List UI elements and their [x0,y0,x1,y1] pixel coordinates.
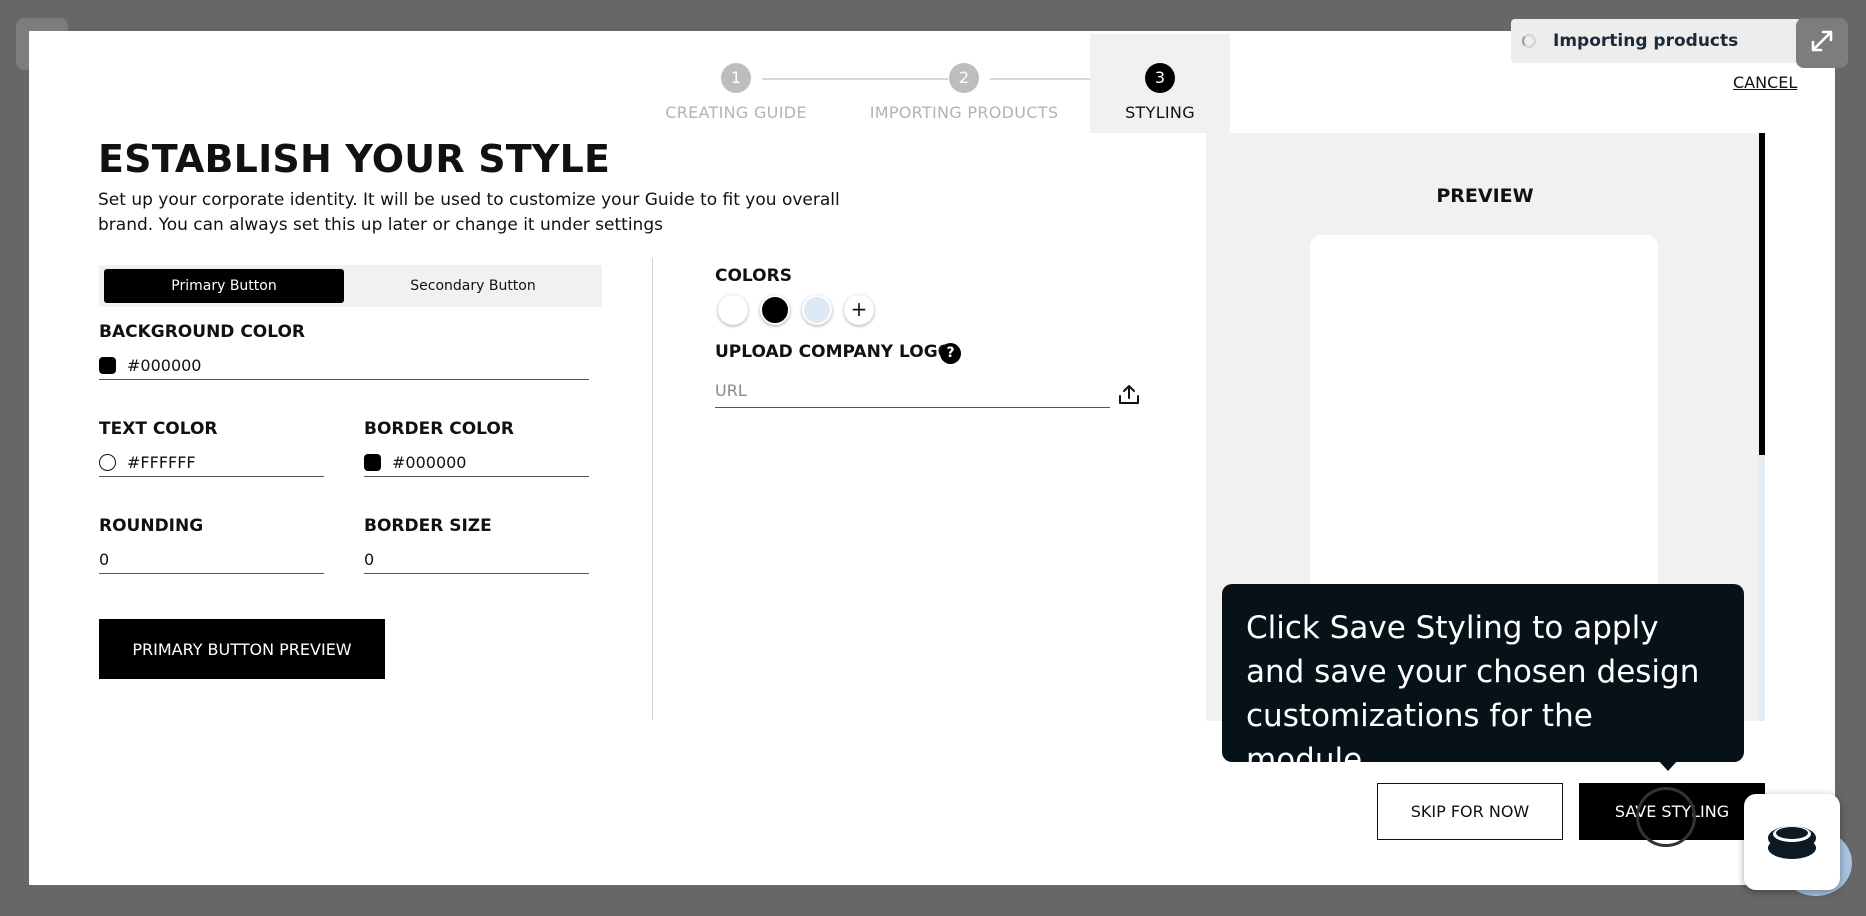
border-size-label: BORDER SIZE [364,516,492,536]
help-icon-glyph: ? [946,345,955,361]
url-placeholder: URL [715,380,747,400]
color-swatch-white[interactable] [718,295,748,325]
step-label: STYLING [1125,103,1195,122]
help-icon[interactable]: ? [940,343,961,364]
background-color-value: #000000 [127,355,202,375]
guide-tooltip: Click Save Styling to apply and save you… [1222,584,1744,778]
border-size-value: 0 [364,549,375,569]
background-color-label: BACKGROUND COLOR [99,322,306,342]
rounding-value: 0 [99,549,110,569]
click-target-ring [1636,787,1696,847]
step-styling[interactable]: 3 STYLING [1100,63,1220,122]
page-description: Set up your corporate identity. It will … [98,190,840,235]
step-number: 1 [721,63,751,93]
logo-url-input[interactable]: URL [715,373,1110,408]
chat-icon [1765,818,1819,866]
color-swatch-black[interactable] [760,295,790,325]
text-color-label: TEXT COLOR [99,419,218,439]
page-title: ESTABLISH YOUR STYLE [98,137,611,181]
column-divider [652,258,653,720]
secondary-button-tab[interactable]: Secondary Button [349,269,597,303]
tooltip-arrow [1657,759,1679,771]
button-type-toggle: Primary Button Secondary Button [99,265,602,307]
step-label: IMPORTING PRODUCTS [869,103,1059,122]
border-size-input[interactable]: 0 [364,545,589,574]
chat-widget-button[interactable] [1744,794,1840,890]
upload-icon[interactable] [1117,383,1141,411]
step-label: CREATING GUIDE [665,103,807,122]
color-swatch[interactable] [99,453,116,471]
import-toast: Importing products [1511,19,1801,63]
plus-icon: + [850,297,868,321]
primary-button-tab[interactable]: Primary Button [104,269,344,303]
add-color-button[interactable]: + [844,295,874,325]
rounding-input[interactable]: 0 [99,545,324,574]
expand-button[interactable] [1796,18,1848,68]
expand-icon [1809,28,1835,58]
spinner-icon [1522,34,1536,48]
preview-title: PREVIEW [1436,185,1534,207]
text-color-field[interactable]: #FFFFFF [99,448,324,477]
step-number: 2 [949,63,979,93]
background-color-field[interactable]: #000000 [99,351,589,380]
border-color-value: #000000 [392,452,467,472]
rounding-label: ROUNDING [99,516,204,536]
step-creating-guide[interactable]: 1 CREATING GUIDE [636,63,836,122]
colors-label: COLORS [715,266,792,286]
border-color-label: BORDER COLOR [364,419,514,439]
cancel-link[interactable]: CANCEL [1733,73,1797,92]
preview-scrollbar-thumb[interactable] [1759,133,1765,455]
skip-for-now-button[interactable]: SKIP FOR NOW [1377,783,1563,840]
color-swatch-light-blue[interactable] [802,295,832,325]
toast-text: Importing products [1553,31,1739,51]
border-color-field[interactable]: #000000 [364,448,589,477]
color-swatch[interactable] [99,356,116,374]
text-color-value: #FFFFFF [127,452,196,472]
step-importing-products[interactable]: 2 IMPORTING PRODUCTS [854,63,1074,122]
color-swatch[interactable] [364,453,381,471]
primary-button-preview[interactable]: PRIMARY BUTTON PREVIEW [99,619,385,679]
step-number: 3 [1145,63,1175,93]
upload-logo-label: UPLOAD COMPANY LOGO [715,342,953,362]
